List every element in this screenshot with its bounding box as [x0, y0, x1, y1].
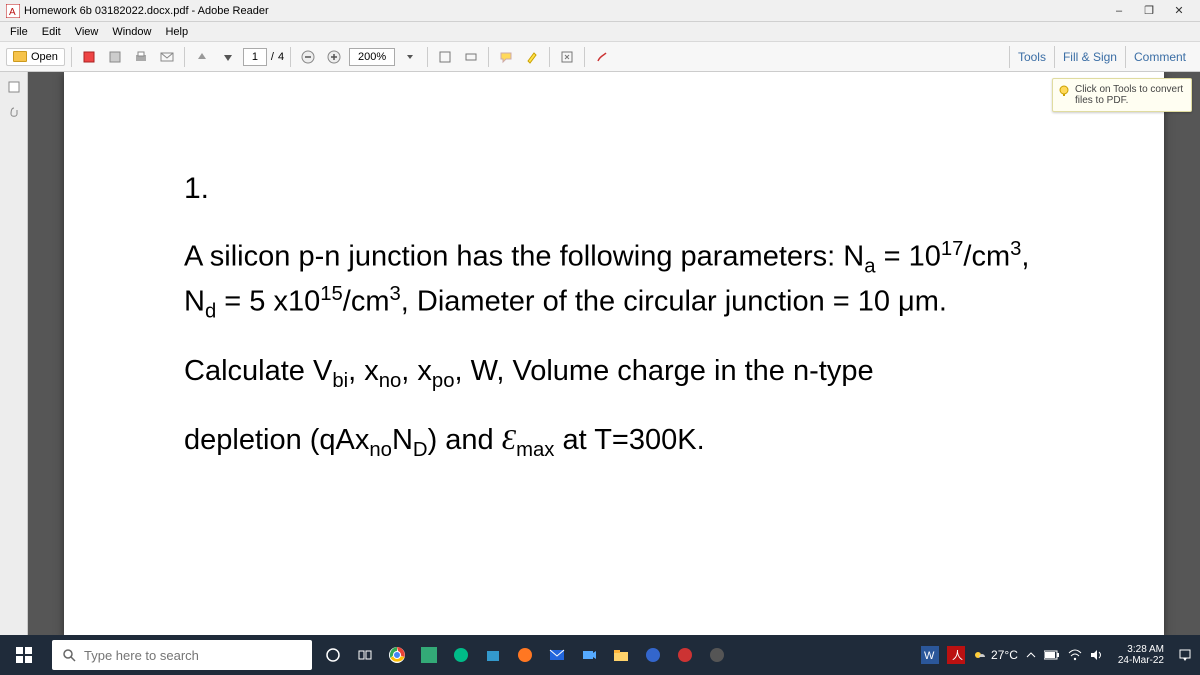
weather-widget[interactable]: 27°C [973, 648, 1018, 662]
svg-text:W: W [924, 650, 935, 662]
separator [427, 47, 428, 67]
page-number-input[interactable] [243, 48, 267, 66]
svg-text:人: 人 [952, 649, 963, 662]
fit-window-icon[interactable] [434, 46, 456, 68]
notifications-icon[interactable] [1178, 648, 1192, 662]
word-running-icon[interactable]: W [921, 646, 939, 664]
question-number: 1. [184, 172, 1044, 206]
acrobat-running-icon[interactable]: 人 [947, 646, 965, 664]
page-down-icon[interactable] [217, 46, 239, 68]
zoom-dropdown-icon[interactable] [399, 46, 421, 68]
read-mode-icon[interactable] [556, 46, 578, 68]
app-icon-4[interactable] [702, 635, 732, 675]
start-button[interactable] [0, 635, 48, 675]
menu-edit[interactable]: Edit [36, 24, 67, 40]
zoom-in-icon[interactable] [323, 46, 345, 68]
save-icon[interactable] [104, 46, 126, 68]
folder-icon [13, 51, 27, 62]
maximize-button[interactable]: ❐ [1134, 1, 1164, 21]
window-title: Homework 6b 03182022.docx.pdf - Adobe Re… [24, 5, 1104, 17]
workspace: Click on Tools to convert files to PDF. … [0, 72, 1200, 635]
paragraph-1: A silicon p-n junction has the following… [184, 236, 1044, 326]
page-up-icon[interactable] [191, 46, 213, 68]
paragraph-3: depletion (qAxnoND) and Ɛmax at T=300K. [184, 421, 1044, 464]
minimize-button[interactable]: – [1104, 1, 1134, 21]
search-input[interactable] [84, 648, 302, 663]
separator [584, 47, 585, 67]
cortana-icon[interactable] [318, 635, 348, 675]
app-icon-2[interactable] [638, 635, 668, 675]
separator [184, 47, 185, 67]
tooltip-convert: Click on Tools to convert files to PDF. [1052, 78, 1192, 112]
separator [488, 47, 489, 67]
print-icon[interactable] [130, 46, 152, 68]
weather-temp: 27°C [991, 648, 1018, 662]
separator [71, 47, 72, 67]
firefox-icon[interactable] [510, 635, 540, 675]
volume-icon[interactable] [1090, 649, 1104, 661]
system-tray: W 人 27°C 3:28 AM 24-Mar-22 [921, 644, 1200, 666]
app-icon-3[interactable] [670, 635, 700, 675]
fit-width-icon[interactable] [460, 46, 482, 68]
explorer-icon[interactable] [606, 635, 636, 675]
svg-text:A: A [9, 7, 16, 18]
email-icon[interactable] [156, 46, 178, 68]
store-icon[interactable] [478, 635, 508, 675]
clock-time: 3:28 AM [1118, 644, 1164, 655]
battery-icon[interactable] [1044, 650, 1060, 660]
thumbnails-icon[interactable] [5, 78, 23, 96]
navigation-pane [0, 72, 28, 635]
tab-tools[interactable]: Tools [1009, 46, 1054, 68]
windows-taskbar: W 人 27°C 3:28 AM 24-Mar-22 [0, 635, 1200, 675]
titlebar: A Homework 6b 03182022.docx.pdf - Adobe … [0, 0, 1200, 22]
attachments-icon[interactable] [5, 104, 23, 122]
page-area[interactable]: Click on Tools to convert files to PDF. … [28, 72, 1200, 635]
taskbar-search[interactable] [52, 640, 312, 670]
app-icon-1[interactable] [414, 635, 444, 675]
toolbar-right: Tools Fill & Sign Comment [1009, 46, 1194, 68]
task-view-icon[interactable] [350, 635, 380, 675]
menu-file[interactable]: File [4, 24, 34, 40]
chrome-icon[interactable] [382, 635, 412, 675]
camera-icon[interactable] [574, 635, 604, 675]
open-label: Open [31, 51, 58, 63]
menu-view[interactable]: View [69, 24, 105, 40]
zoom-out-icon[interactable] [297, 46, 319, 68]
clock-date: 24-Mar-22 [1118, 655, 1164, 666]
menu-help[interactable]: Help [159, 24, 194, 40]
tooltip-text: Click on Tools to convert files to PDF. [1075, 84, 1183, 106]
edge-icon[interactable] [446, 635, 476, 675]
page-sep: / [271, 51, 274, 63]
menu-window[interactable]: Window [106, 24, 157, 40]
paragraph-2: Calculate Vbi, xno, xpo, W, Volume charg… [184, 352, 1044, 395]
adobe-reader-icon: A [6, 4, 20, 18]
separator [549, 47, 550, 67]
create-pdf-icon[interactable] [78, 46, 100, 68]
search-icon [62, 648, 76, 662]
sign-icon[interactable] [591, 46, 613, 68]
page-total: 4 [278, 51, 284, 63]
taskbar-apps [318, 635, 732, 675]
toolbar: Open / 4 Tools Fill & Sign Comment [0, 42, 1200, 72]
open-button[interactable]: Open [6, 48, 65, 66]
tray-chevron-icon[interactable] [1026, 650, 1036, 660]
clock[interactable]: 3:28 AM 24-Mar-22 [1112, 644, 1170, 666]
document-page: 1. A silicon p-n junction has the follow… [64, 72, 1164, 635]
lightbulb-icon [1058, 85, 1070, 97]
highlight-icon[interactable] [521, 46, 543, 68]
close-button[interactable]: ✕ [1164, 1, 1194, 21]
comment-bubble-icon[interactable] [495, 46, 517, 68]
menubar: File Edit View Window Help [0, 22, 1200, 42]
tab-comment[interactable]: Comment [1125, 46, 1194, 68]
zoom-input[interactable] [349, 48, 395, 66]
wifi-icon[interactable] [1068, 649, 1082, 661]
mail-icon[interactable] [542, 635, 572, 675]
separator [290, 47, 291, 67]
tab-fill-sign[interactable]: Fill & Sign [1054, 46, 1125, 68]
